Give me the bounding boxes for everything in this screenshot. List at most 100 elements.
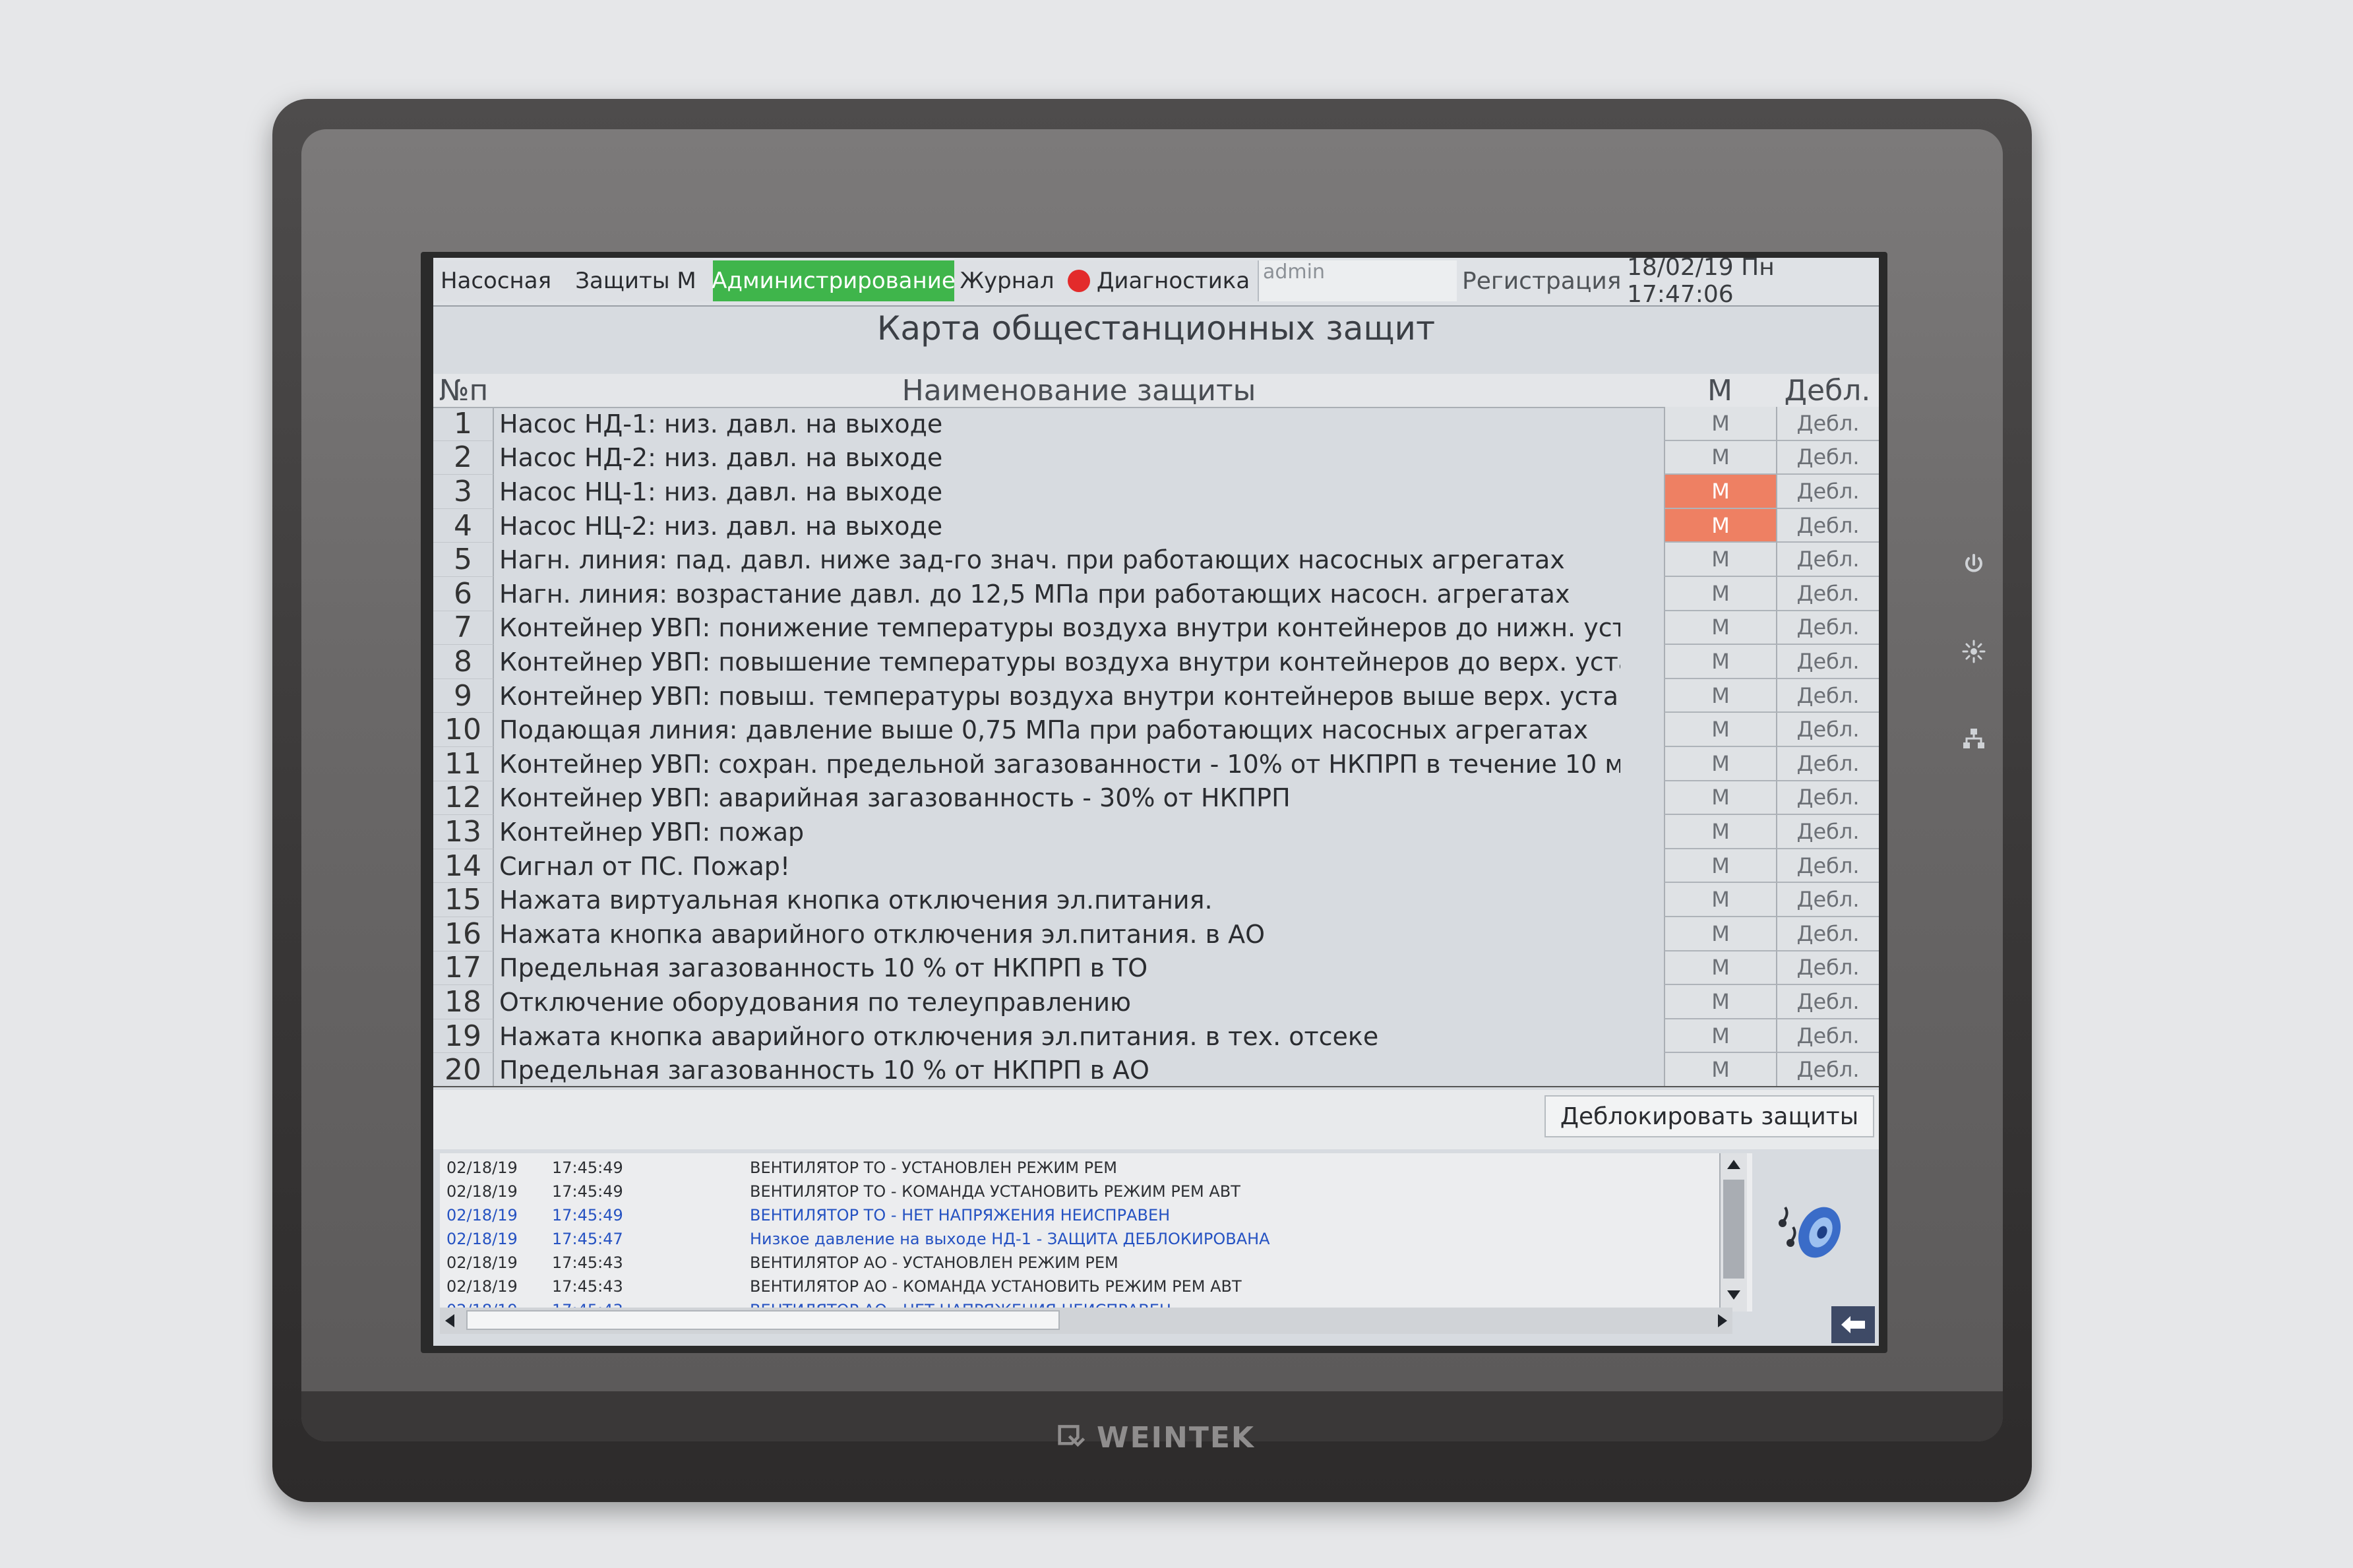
mask-button[interactable]: М — [1664, 781, 1776, 816]
unblock-row-button[interactable]: Дебл. — [1776, 508, 1879, 543]
row-number: 10 — [433, 713, 494, 747]
mask-button[interactable]: М — [1664, 849, 1776, 884]
unblock-row-button[interactable]: Дебл. — [1776, 815, 1879, 849]
log-message: ВЕНТИЛЯТОР ТО - НЕТ НАПРЯЖЕНИЯ НЕИСПРАВЕ… — [750, 1206, 1171, 1224]
brand-text: WEINTEK — [1097, 1420, 1255, 1455]
mask-button[interactable]: М — [1664, 815, 1776, 849]
tab-administrirovanie[interactable]: Администрирование — [712, 260, 956, 301]
log-entry[interactable]: 02/18/19 17:45:43 ВЕНТИЛЯТОР АО - КОМАНДА … — [446, 1275, 1726, 1297]
brightness-icon[interactable] — [1961, 638, 1987, 665]
mask-button[interactable]: М — [1664, 747, 1776, 781]
unblock-row-button[interactable]: Дебл. — [1776, 917, 1879, 951]
table-row: 7 Контейнер УВП: понижение температуры во… — [433, 611, 1879, 646]
table-row: 12 Контейнер УВП: аварийная загазованност… — [433, 781, 1879, 816]
mask-button[interactable]: М — [1664, 883, 1776, 917]
protection-name: Насос НЦ-2: низ. давл. на выходе — [499, 511, 943, 541]
mask-button[interactable]: М — [1664, 678, 1776, 713]
table-row: 11 Контейнер УВП: сохран. предельной зага… — [433, 747, 1879, 781]
log-message: ВЕНТИЛЯТОР АО - КОМАНДА УСТАНОВИТЬ РЕЖИМ… — [750, 1277, 1242, 1296]
log-entry[interactable]: 02/18/19 17:45:47 Низкое давление на выход… — [446, 1227, 1726, 1250]
scroll-left-icon[interactable] — [444, 1313, 456, 1329]
scroll-down-icon[interactable] — [1726, 1289, 1742, 1301]
mask-button[interactable]: М — [1664, 577, 1776, 611]
tab-bar: Насосная Защиты М Администрирование Журн… — [433, 258, 1879, 308]
log-vertical-scrollbar[interactable] — [1719, 1153, 1747, 1312]
table-row: 6 Нагн. линия: возрастание давл. до 12,5 … — [433, 577, 1879, 611]
mask-button[interactable]: М — [1664, 645, 1776, 679]
table-row: 20 Предельная загазованность 10 % от НКПР… — [433, 1053, 1879, 1087]
row-number: 1 — [433, 407, 494, 441]
unblock-row-button[interactable]: Дебл. — [1776, 543, 1879, 577]
protection-name: Сигнал от ПС. Пожар! — [499, 851, 791, 881]
log-entry[interactable]: 02/18/19 17:45:49 ВЕНТИЛЯТОР ТО - НЕТ НАПР… — [446, 1203, 1726, 1226]
mask-button[interactable]: М — [1664, 985, 1776, 1019]
unblock-row-button[interactable]: Дебл. — [1776, 475, 1879, 509]
unblock-row-button[interactable]: Дебл. — [1776, 883, 1879, 917]
table-row: 17 Предельная загазованность 10 % от НКПР… — [433, 951, 1879, 986]
unblock-row-button[interactable]: Дебл. — [1776, 713, 1879, 747]
power-icon[interactable] — [1961, 551, 1987, 578]
mask-button[interactable]: М — [1664, 440, 1776, 475]
mask-button[interactable]: М — [1664, 917, 1776, 951]
mask-button[interactable]: М — [1664, 713, 1776, 747]
unblock-row-button[interactable]: Дебл. — [1776, 951, 1879, 986]
tab-zhurnal[interactable]: Журнал — [954, 260, 1061, 301]
unblock-row-button[interactable]: Дебл. — [1776, 407, 1879, 441]
scroll-right-icon[interactable] — [1717, 1313, 1728, 1329]
unblock-row-button[interactable]: Дебл. — [1776, 611, 1879, 646]
tab-label: Журнал — [960, 268, 1054, 294]
unblock-row-button[interactable]: Дебл. — [1776, 440, 1879, 475]
alarm-dot-icon — [1067, 270, 1090, 292]
log-entry[interactable]: 02/18/19 17:45:49 ВЕНТИЛЯТОР ТО - КОМАНДА … — [446, 1180, 1726, 1202]
row-number: 13 — [433, 815, 494, 849]
unblock-row-button[interactable]: Дебл. — [1776, 747, 1879, 781]
display: Насосная Защиты М Администрирование Журн… — [433, 258, 1879, 1346]
header-m: М — [1664, 374, 1776, 408]
scroll-up-icon[interactable] — [1726, 1159, 1742, 1170]
sound-speaker-icon[interactable] — [1772, 1194, 1851, 1267]
mask-button[interactable]: М — [1664, 1019, 1776, 1054]
tab-zashchity-m[interactable]: Защиты М — [559, 260, 714, 301]
unblock-row-button[interactable]: Дебл. — [1776, 849, 1879, 884]
unblock-protections-button[interactable]: Деблокировать защиты — [1544, 1095, 1874, 1137]
unblock-row-button[interactable]: Дебл. — [1776, 1053, 1879, 1087]
protection-table: №п Наименование защиты М Дебл. 1 Насос НД… — [433, 374, 1879, 1088]
mask-button[interactable]: М — [1664, 475, 1776, 509]
unblock-row-button[interactable]: Дебл. — [1776, 985, 1879, 1019]
unblock-row-button[interactable]: Дебл. — [1776, 1019, 1879, 1054]
unblock-row-button[interactable]: Дебл. — [1776, 645, 1879, 679]
mask-button[interactable]: М — [1664, 407, 1776, 441]
protection-name: Контейнер УВП: аварийная загазованность … — [499, 783, 1291, 813]
mask-button[interactable]: М — [1664, 611, 1776, 646]
log-horizontal-scrollbar[interactable] — [440, 1308, 1732, 1334]
log-entry[interactable]: 02/18/19 17:45:49 ВЕНТИЛЯТОР ТО - УСТАНОВЛ… — [446, 1156, 1726, 1178]
table-row: 15 Нажата виртуальная кнопка отключения э… — [433, 883, 1879, 917]
log-entry[interactable]: 02/18/19 17:45:43 ВЕНТИЛЯТОР АО - УСТАНОВЛ… — [446, 1251, 1726, 1273]
table-row: 10 Подающая линия: давление выше 0,75 МПа… — [433, 713, 1879, 747]
mask-button[interactable]: М — [1664, 508, 1776, 543]
tab-label: Защиты М — [575, 268, 696, 294]
mask-button[interactable]: М — [1664, 951, 1776, 986]
protection-name: Насос НЦ-1: низ. давл. на выходе — [499, 477, 943, 506]
row-number: 4 — [433, 509, 494, 543]
unblock-row-button[interactable]: Дебл. — [1776, 577, 1879, 611]
unblock-row-button[interactable]: Дебл. — [1776, 781, 1879, 816]
tab-nasosnaya[interactable]: Насосная — [433, 260, 560, 301]
registration-button[interactable]: Регистрация — [1462, 260, 1621, 301]
vertical-scroll-thumb[interactable] — [1723, 1180, 1744, 1279]
protection-name: Нагн. линия: возрастание давл. до 12,5 М… — [499, 579, 1570, 609]
log-time: 17:45:43 — [552, 1253, 623, 1272]
back-button[interactable] — [1831, 1306, 1875, 1343]
table-row: 2 Насос НД-2: низ. давл. на выходе М Дебл. — [433, 440, 1879, 475]
tab-diagnostika[interactable]: Диагностика — [1060, 260, 1259, 301]
horizontal-scroll-thumb[interactable] — [466, 1310, 1060, 1330]
mask-button[interactable]: М — [1664, 543, 1776, 577]
log-date: 02/18/19 — [446, 1277, 518, 1296]
row-number: 11 — [433, 747, 494, 781]
unblock-row-button[interactable]: Дебл. — [1776, 678, 1879, 713]
network-icon[interactable] — [1961, 725, 1987, 752]
log-time: 17:45:47 — [552, 1230, 623, 1248]
mask-button[interactable]: М — [1664, 1053, 1776, 1087]
row-number: 8 — [433, 645, 494, 679]
log-time: 17:45:49 — [552, 1159, 623, 1177]
